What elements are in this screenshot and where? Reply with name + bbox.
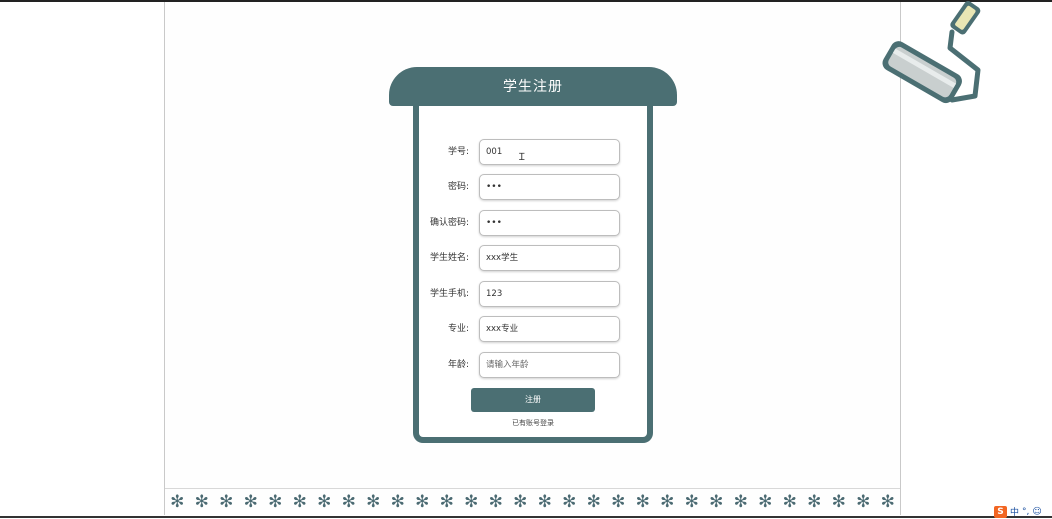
snowflake-icon: ✻ [390, 491, 405, 512]
snowflake-icon: ✻ [513, 491, 528, 512]
ime-emoji-icon[interactable]: ☺ [1032, 507, 1041, 517]
window-bottom-border [0, 516, 1052, 518]
snowflake-icon: ✻ [586, 491, 601, 512]
field-student-name: 学生姓名: xxx学生 [414, 245, 654, 271]
student-id-label: 学号: [447, 147, 469, 157]
ime-logo-icon[interactable]: S [994, 505, 1007, 518]
snowflake-icon: ✻ [366, 491, 381, 512]
snowflake-icon: ✻ [635, 491, 650, 512]
field-student-id: 学号: 001 [414, 139, 654, 165]
snowflake-icon: ✻ [292, 491, 307, 512]
confirm-password-input[interactable]: ••• [479, 210, 620, 236]
major-input[interactable]: xxx专业 [479, 316, 620, 342]
password-label: 密码: [447, 182, 469, 192]
age-input[interactable]: 请输入年龄 [479, 352, 620, 378]
snowflake-icon: ✻ [684, 491, 699, 512]
snowflake-icon: ✻ [611, 491, 626, 512]
snowflake-icon: ✻ [464, 491, 479, 512]
snowflake-icon: ✻ [807, 491, 822, 512]
snowflake-icon: ✻ [488, 491, 503, 512]
login-link[interactable]: 已有账号登录 [471, 418, 595, 428]
snowflake-border: ✻ ✻ ✻ ✻ ✻ ✻ ✻ ✻ ✻ ✻ ✻ ✻ ✻ ✻ ✻ ✻ ✻ ✻ ✻ ✻ … [165, 488, 900, 515]
field-confirm-password: 确认密码: ••• [414, 210, 654, 236]
student-phone-input[interactable]: 123 [479, 281, 620, 307]
ime-language-toggle[interactable]: 中 [1010, 505, 1019, 518]
student-phone-label: 学生手机: [429, 289, 469, 299]
snowflake-icon: ✻ [758, 491, 773, 512]
snowflake-icon: ✻ [341, 491, 356, 512]
snowflake-icon: ✻ [317, 491, 332, 512]
password-input[interactable]: ••• [479, 174, 620, 200]
age-label: 年龄: [447, 360, 469, 370]
field-major: 专业: xxx专业 [414, 316, 654, 342]
snowflake-icon: ✻ [219, 491, 234, 512]
snowflake-icon: ✻ [880, 491, 895, 512]
snowflake-icon: ✻ [831, 491, 846, 512]
snowflake-icon: ✻ [782, 491, 797, 512]
snowflake-icon: ✻ [660, 491, 675, 512]
confirm-password-label: 确认密码: [429, 218, 469, 228]
snowflake-icon: ✻ [709, 491, 724, 512]
snowflake-icon: ✻ [733, 491, 748, 512]
student-name-label: 学生姓名: [429, 253, 469, 263]
text-cursor-icon: Ɪ [519, 152, 525, 163]
snowflake-icon: ✻ [243, 491, 258, 512]
snowflake-icon: ✻ [170, 491, 185, 512]
field-password: 密码: ••• [414, 174, 654, 200]
snowflake-icon: ✻ [439, 491, 454, 512]
snowflake-icon: ✻ [537, 491, 552, 512]
paint-roller-icon [882, 1, 981, 104]
ime-toolbar[interactable]: S 中 °, ☺ [994, 505, 1042, 518]
register-button[interactable]: 注册 [471, 388, 595, 412]
student-id-input[interactable]: 001 [479, 139, 620, 165]
field-age: 年龄: 请输入年龄 [414, 352, 654, 378]
major-label: 专业: [447, 324, 469, 334]
ime-punctuation-toggle[interactable]: °, [1022, 507, 1029, 517]
snowflake-icon: ✻ [268, 491, 283, 512]
snowflake-icon: ✻ [194, 491, 209, 512]
snowflake-icon: ✻ [415, 491, 430, 512]
student-name-input[interactable]: xxx学生 [479, 245, 620, 271]
field-student-phone: 学生手机: 123 [414, 281, 654, 307]
snowflake-icon: ✻ [562, 491, 577, 512]
form-title: 学生注册 [389, 67, 677, 106]
snowflake-icon: ✻ [856, 491, 871, 512]
